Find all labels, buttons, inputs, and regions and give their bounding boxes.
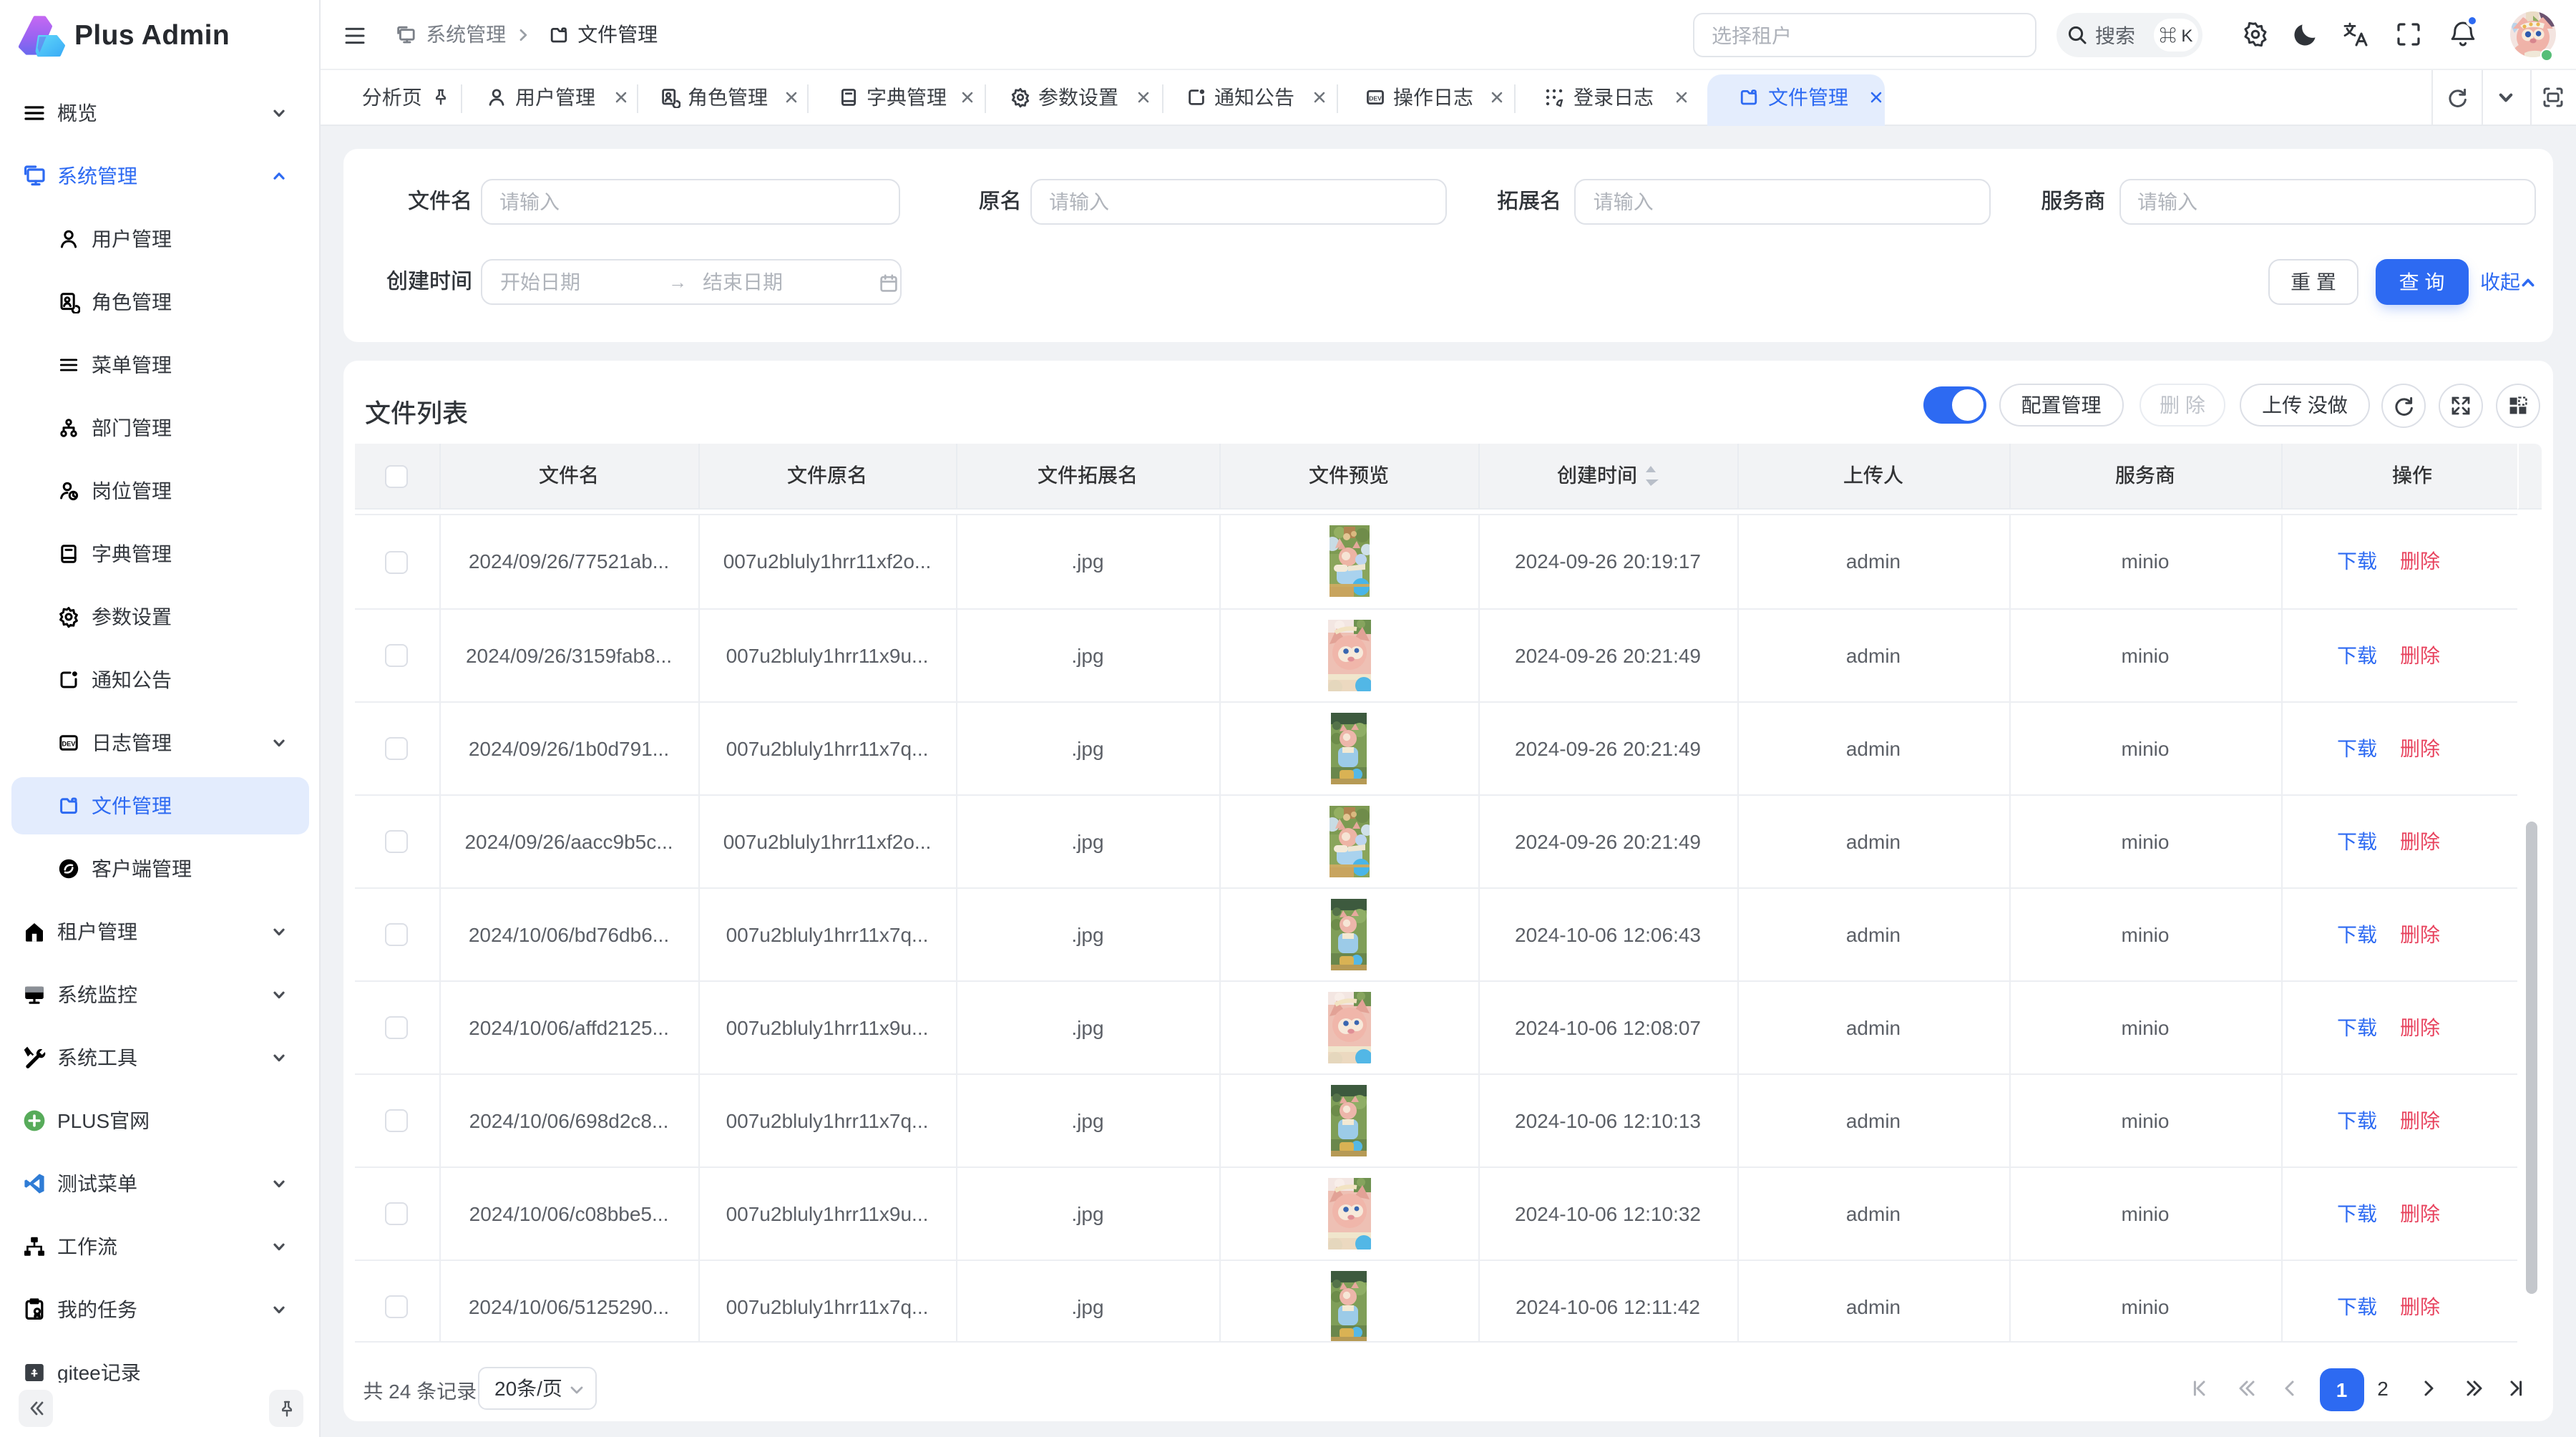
svg-text:DEV: DEV xyxy=(62,741,77,748)
svg-text:DEV: DEV xyxy=(1368,94,1381,102)
